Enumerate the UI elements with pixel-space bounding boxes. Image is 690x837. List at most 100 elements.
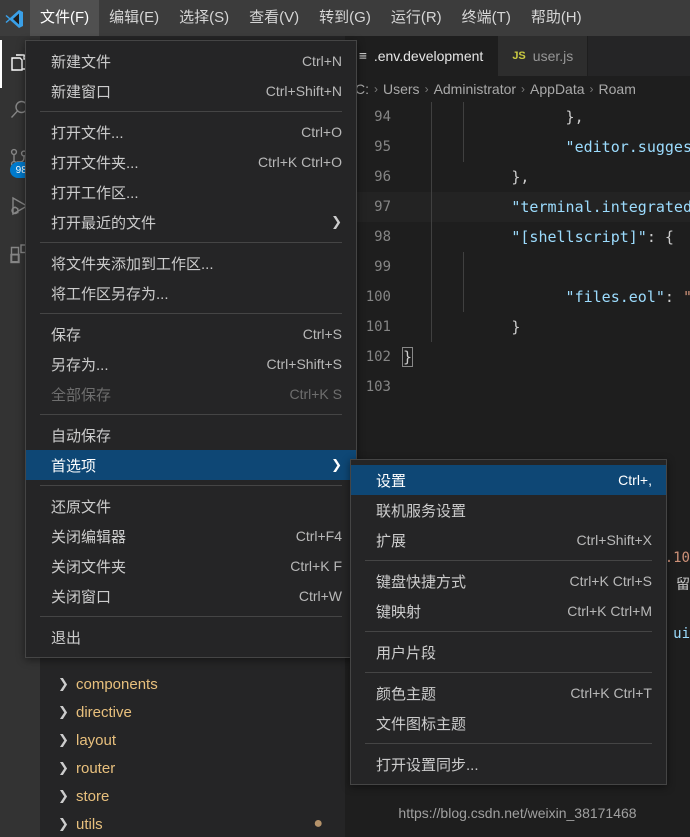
tree-item[interactable]: ❯ layout xyxy=(40,726,345,754)
chevron-right-icon: ❯ xyxy=(58,732,69,747)
breadcrumb-item[interactable]: C: xyxy=(355,81,369,97)
menu-item-revert-file[interactable]: 还原文件 xyxy=(26,491,356,521)
tree-item[interactable]: ❯ store xyxy=(40,782,345,810)
menu-separator xyxy=(40,242,342,243)
menu-item-label: 自动保存 xyxy=(51,427,112,445)
menu-view[interactable]: 查看(V) xyxy=(239,0,309,36)
menu-item-open-settings-sync[interactable]: 打开设置同步... xyxy=(351,749,666,779)
preferences-submenu: 设置 Ctrl+, 联机服务设置 扩展 Ctrl+Shift+X 键盘快捷方式 … xyxy=(350,459,667,785)
tab-label: user.js xyxy=(532,48,574,64)
menu-item-close-editor[interactable]: 关闭编辑器 Ctrl+F4 xyxy=(26,521,356,551)
menu-item-label: 联机服务设置 xyxy=(376,502,467,520)
tree-item-label: router xyxy=(76,759,116,777)
menu-item-label: 另存为... xyxy=(51,356,109,374)
menu-select-label: 选择(S) xyxy=(179,9,230,26)
menu-item-open-recent[interactable]: 打开最近的文件 ❯ xyxy=(26,207,356,237)
code-text: "terminal.integrated.sh xyxy=(403,198,690,216)
menu-item-open-file[interactable]: 打开文件... Ctrl+O xyxy=(26,117,356,147)
modified-indicator-icon: ● xyxy=(313,815,323,832)
menu-item-label: 首选项 xyxy=(51,457,97,475)
menu-help[interactable]: 帮助(H) xyxy=(521,0,592,36)
settings-file-icon: ≡ xyxy=(359,48,367,64)
code-line: 98 "[shellscript]": { xyxy=(345,222,690,252)
menu-item-new-window[interactable]: 新建窗口 Ctrl+Shift+N xyxy=(26,76,356,106)
menu-edit[interactable]: 编辑(E) xyxy=(99,0,169,36)
menu-item-close-window[interactable]: 关闭窗口 Ctrl+W xyxy=(26,581,356,611)
menu-item-exit[interactable]: 退出 xyxy=(26,622,356,652)
menu-run[interactable]: 运行(R) xyxy=(381,0,452,36)
menu-item-keymaps[interactable]: 键映射 Ctrl+K Ctrl+M xyxy=(351,596,666,626)
code-text: } xyxy=(401,347,414,367)
menu-item-close-folder[interactable]: 关闭文件夹 Ctrl+K F xyxy=(26,551,356,581)
chevron-right-icon: › xyxy=(589,82,594,96)
menu-separator xyxy=(40,111,342,112)
menu-separator xyxy=(365,672,652,673)
menu-item-add-folder-to-workspace[interactable]: 将文件夹添加到工作区... xyxy=(26,248,356,278)
code-line: 100 "files.eol": "\n" xyxy=(345,282,690,312)
menu-item-label: 还原文件 xyxy=(51,498,112,516)
breadcrumb-item[interactable]: Roam xyxy=(599,81,636,97)
breadcrumb-item[interactable]: AppData xyxy=(530,81,584,97)
breadcrumb-item[interactable]: Users xyxy=(383,81,420,97)
menu-terminal[interactable]: 终端(T) xyxy=(452,0,521,36)
menu-item-extensions[interactable]: 扩展 Ctrl+Shift+X xyxy=(351,525,666,555)
tree-item-label: layout xyxy=(76,731,117,749)
menu-item-label: 文件图标主题 xyxy=(376,715,467,733)
menu-item-keyboard-shortcuts[interactable]: 键盘快捷方式 Ctrl+K Ctrl+S xyxy=(351,566,666,596)
tree-item[interactable]: ❯ directive xyxy=(40,698,345,726)
menu-item-open-folder[interactable]: 打开文件夹... Ctrl+K Ctrl+O xyxy=(26,147,356,177)
menu-item-label: 设置 xyxy=(376,472,407,490)
tree-item-label: store xyxy=(76,787,110,805)
tree-item[interactable]: ❯ utils ● xyxy=(40,810,345,837)
menu-item-label: 用户片段 xyxy=(376,644,437,662)
menu-item-color-theme[interactable]: 颜色主题 Ctrl+K Ctrl+T xyxy=(351,678,666,708)
tab-label: .env.development xyxy=(373,48,484,64)
code-line: 103 xyxy=(345,372,690,402)
tree-item[interactable]: ❯ router xyxy=(40,754,345,782)
menu-item-label: 全部保存 xyxy=(51,386,112,404)
indent-guide xyxy=(431,252,432,282)
menu-item-settings[interactable]: 设置 Ctrl+, xyxy=(351,465,666,495)
menu-item-label: 打开文件... xyxy=(51,124,124,142)
code-text: "files.eol": "\n" xyxy=(403,288,690,306)
tab-env-development[interactable]: ≡ .env.development xyxy=(345,36,499,76)
menu-separator xyxy=(40,485,342,486)
code-text: "[shellscript]": { xyxy=(403,228,674,246)
menu-item-label: 关闭文件夹 xyxy=(51,558,127,576)
chevron-right-icon: ❯ xyxy=(58,760,69,775)
menu-item-open-workspace[interactable]: 打开工作区... xyxy=(26,177,356,207)
menu-item-label: 键盘快捷方式 xyxy=(376,573,467,591)
menu-item-label: 打开最近的文件 xyxy=(51,214,157,232)
clipped-text-2: 留 xyxy=(676,577,690,593)
chevron-right-icon: › xyxy=(424,82,429,96)
menu-item-online-services-settings[interactable]: 联机服务设置 xyxy=(351,495,666,525)
tab-user-js[interactable]: JS user.js xyxy=(498,36,589,76)
menu-item-preferences[interactable]: 首选项 ❯ xyxy=(26,450,356,480)
menu-go[interactable]: 转到(G) xyxy=(309,0,381,36)
menu-item-save-workspace-as[interactable]: 将工作区另存为... xyxy=(26,278,356,308)
menu-run-label: 运行(R) xyxy=(390,9,442,26)
chevron-right-icon: ❯ xyxy=(58,816,69,831)
file-dropdown-menu: 新建文件 Ctrl+N 新建窗口 Ctrl+Shift+N 打开文件... Ct… xyxy=(25,40,357,658)
menu-item-shortcut: Ctrl+K S xyxy=(289,386,342,402)
menu-separator xyxy=(365,743,652,744)
menu-select[interactable]: 选择(S) xyxy=(169,0,239,36)
menu-item-label: 新建窗口 xyxy=(51,83,112,101)
menu-item-user-snippets[interactable]: 用户片段 xyxy=(351,637,666,667)
menu-item-auto-save[interactable]: 自动保存 xyxy=(26,420,356,450)
menu-bar: 文件(F) 编辑(E) 选择(S) 查看(V) 转到(G) 运行(R) 终端(T… xyxy=(30,0,592,36)
menu-item-label: 扩展 xyxy=(376,532,407,550)
tree-item[interactable]: ❯ components xyxy=(40,670,345,698)
menu-separator xyxy=(40,616,342,617)
menu-item-save-as[interactable]: 另存为... Ctrl+Shift+S xyxy=(26,349,356,379)
menu-item-file-icon-theme[interactable]: 文件图标主题 xyxy=(351,708,666,738)
indent-guide xyxy=(431,192,432,222)
breadcrumb-item[interactable]: Administrator xyxy=(434,81,516,97)
menu-item-save[interactable]: 保存 Ctrl+S xyxy=(26,319,356,349)
menu-separator xyxy=(40,313,342,314)
menu-item-new-file[interactable]: 新建文件 Ctrl+N xyxy=(26,46,356,76)
menu-file[interactable]: 文件(F) xyxy=(30,0,100,36)
chevron-right-icon: › xyxy=(374,82,378,96)
menu-terminal-label: 终端(T) xyxy=(461,9,511,26)
menu-item-label: 保存 xyxy=(51,326,82,344)
